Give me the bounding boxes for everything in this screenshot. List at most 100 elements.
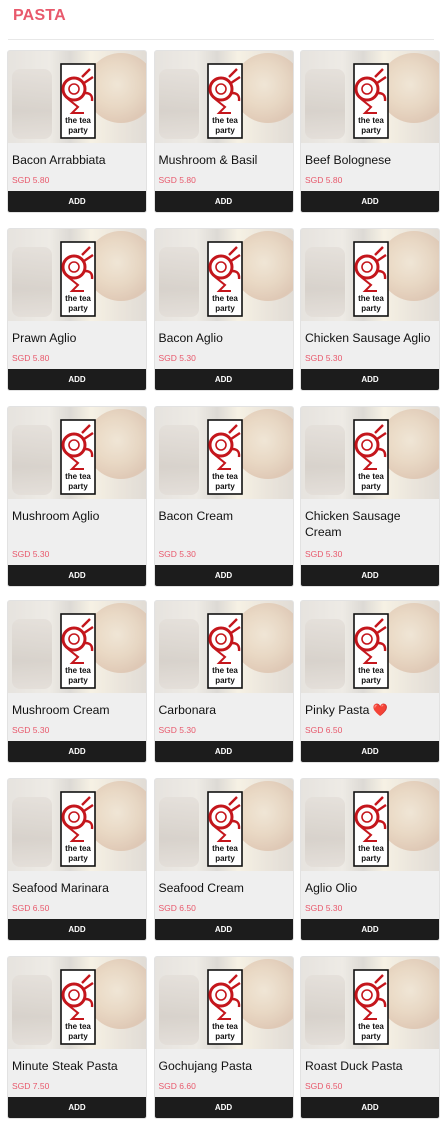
add-to-cart-button[interactable]: ADD: [154, 919, 293, 940]
menu-item-name: Chicken Sausage Aglio: [305, 331, 431, 345]
menu-item-card[interactable]: the tea party Gochujang Pasta SGD 6.60 A…: [153, 956, 294, 1119]
logo-text-line1: the tea: [65, 666, 91, 675]
add-to-cart-button[interactable]: ADD: [8, 191, 146, 212]
menu-item-name: Carbonara: [158, 703, 217, 717]
menu-item-card[interactable]: the tea party Chicken Sausage Cream SGD …: [300, 406, 440, 587]
logo-text-line2: party: [68, 854, 88, 863]
logo-text-line2: party: [361, 304, 381, 313]
add-to-cart-button[interactable]: ADD: [154, 565, 293, 586]
logo-text-line1: the tea: [65, 294, 91, 303]
add-to-cart-button[interactable]: ADD: [301, 369, 439, 390]
add-to-cart-button[interactable]: ADD: [8, 741, 146, 762]
tea-party-logo-icon: the tea party: [353, 969, 389, 1045]
add-to-cart-button[interactable]: ADD: [301, 565, 439, 586]
menu-item-price: SGD 5.30: [158, 353, 196, 363]
menu-item-card[interactable]: the tea party Bacon Aglio SGD 5.30 ADD: [153, 228, 294, 391]
menu-item-image[interactable]: the tea party: [8, 601, 146, 693]
add-to-cart-button[interactable]: ADD: [154, 1097, 293, 1118]
menu-item-image[interactable]: the tea party: [8, 407, 146, 499]
menu-item-image[interactable]: the tea party: [154, 601, 293, 693]
menu-item-card[interactable]: the tea party Prawn Aglio SGD 5.80 ADD: [7, 228, 147, 391]
menu-item-image[interactable]: the tea party: [301, 51, 439, 143]
add-to-cart-button[interactable]: ADD: [8, 919, 146, 940]
add-to-cart-button[interactable]: ADD: [154, 191, 293, 212]
menu-item-image[interactable]: the tea party: [8, 779, 146, 871]
menu-grid: the tea party Bacon Arrabbiata SGD 5.80 …: [7, 50, 440, 1119]
menu-item-image[interactable]: the tea party: [8, 229, 146, 321]
menu-item-card[interactable]: the tea party Bacon Cream SGD 5.30 ADD: [153, 406, 294, 587]
menu-item-name: Seafood Marinara: [12, 881, 109, 895]
menu-item-card[interactable]: the tea party Seafood Marinara SGD 6.50 …: [7, 778, 147, 941]
menu-item-image[interactable]: the tea party: [154, 51, 293, 143]
menu-item-price: SGD 5.30: [12, 725, 50, 735]
tea-party-logo-icon: the tea party: [353, 791, 389, 867]
logo-text-line2: party: [361, 1032, 381, 1041]
logo-text-line2: party: [361, 854, 381, 863]
menu-item-price: SGD 6.50: [158, 903, 196, 913]
menu-item-card[interactable]: the tea party Pinky Pasta ❤️ SGD 6.50 AD…: [300, 600, 440, 763]
menu-item-name: Seafood Cream: [158, 881, 244, 895]
add-to-cart-button[interactable]: ADD: [8, 565, 146, 586]
tea-party-logo-icon: the tea party: [206, 613, 243, 689]
logo-text-line2: party: [68, 304, 88, 313]
menu-item-image[interactable]: the tea party: [301, 779, 439, 871]
menu-item-card[interactable]: the tea party Bacon Arrabbiata SGD 5.80 …: [7, 50, 147, 213]
menu-item-card[interactable]: the tea party Minute Steak Pasta SGD 7.5…: [7, 956, 147, 1119]
logo-text-line1: the tea: [358, 844, 384, 853]
logo-text-line2: party: [215, 854, 235, 863]
menu-item-image[interactable]: the tea party: [154, 407, 293, 499]
menu-item-card[interactable]: the tea party Mushroom Aglio SGD 5.30 AD…: [7, 406, 147, 587]
menu-item-price: SGD 5.30: [158, 725, 196, 735]
menu-item-price: SGD 7.50: [12, 1081, 50, 1091]
menu-item-image[interactable]: the tea party: [8, 51, 146, 143]
menu-item-image[interactable]: the tea party: [8, 957, 146, 1049]
menu-item-image[interactable]: the tea party: [301, 601, 439, 693]
add-to-cart-button[interactable]: ADD: [301, 919, 439, 940]
menu-item-image[interactable]: the tea party: [154, 229, 293, 321]
menu-item-card[interactable]: the tea party Seafood Cream SGD 6.50 ADD: [153, 778, 294, 941]
tea-party-logo-icon: the tea party: [60, 613, 96, 689]
menu-item-name: Aglio Olio: [305, 881, 358, 895]
logo-text-line1: the tea: [358, 116, 384, 125]
menu-item-card[interactable]: the tea party Chicken Sausage Aglio SGD …: [300, 228, 440, 391]
logo-text-line1: the tea: [358, 294, 384, 303]
menu-item-card[interactable]: the tea party Carbonara SGD 5.30 ADD: [153, 600, 294, 763]
tea-party-logo-icon: the tea party: [206, 969, 243, 1045]
add-to-cart-button[interactable]: ADD: [8, 369, 146, 390]
logo-text-line1: the tea: [358, 1022, 384, 1031]
logo-text-line2: party: [215, 1032, 235, 1041]
menu-item-name: Bacon Aglio: [158, 331, 223, 345]
add-to-cart-button[interactable]: ADD: [154, 741, 293, 762]
menu-item-image[interactable]: the tea party: [154, 779, 293, 871]
menu-item-name: Mushroom Aglio: [12, 509, 100, 523]
logo-text-line1: the tea: [65, 472, 91, 481]
menu-item-card[interactable]: the tea party Mushroom Cream SGD 5.30 AD…: [7, 600, 147, 763]
tea-party-logo-icon: the tea party: [353, 241, 389, 317]
menu-item-image[interactable]: the tea party: [301, 407, 439, 499]
add-to-cart-button[interactable]: ADD: [301, 741, 439, 762]
logo-text-line2: party: [68, 1032, 88, 1041]
menu-item-name: Minute Steak Pasta: [12, 1059, 118, 1073]
menu-item-price: SGD 5.30: [158, 549, 196, 559]
logo-text-line1: the tea: [358, 666, 384, 675]
logo-text-line2: party: [361, 126, 381, 135]
add-to-cart-button[interactable]: ADD: [301, 191, 439, 212]
tea-party-logo-icon: the tea party: [60, 241, 96, 317]
menu-item-card[interactable]: the tea party Beef Bolognese SGD 5.80 AD…: [300, 50, 440, 213]
add-to-cart-button[interactable]: ADD: [8, 1097, 146, 1118]
section-divider: [8, 39, 434, 40]
menu-item-image[interactable]: the tea party: [154, 957, 293, 1049]
add-to-cart-button[interactable]: ADD: [154, 369, 293, 390]
menu-item-card[interactable]: the tea party Aglio Olio SGD 5.30 ADD: [300, 778, 440, 941]
logo-text-line2: party: [215, 676, 235, 685]
add-to-cart-button[interactable]: ADD: [301, 1097, 439, 1118]
logo-text-line2: party: [361, 482, 381, 491]
menu-item-price: SGD 6.50: [305, 1081, 343, 1091]
tea-party-logo-icon: the tea party: [60, 969, 96, 1045]
logo-text-line1: the tea: [212, 472, 238, 481]
menu-item-image[interactable]: the tea party: [301, 957, 439, 1049]
menu-item-image[interactable]: the tea party: [301, 229, 439, 321]
menu-item-card[interactable]: the tea party Mushroom & Basil SGD 5.80 …: [153, 50, 294, 213]
menu-item-card[interactable]: the tea party Roast Duck Pasta SGD 6.50 …: [300, 956, 440, 1119]
tea-party-logo-icon: the tea party: [206, 241, 243, 317]
